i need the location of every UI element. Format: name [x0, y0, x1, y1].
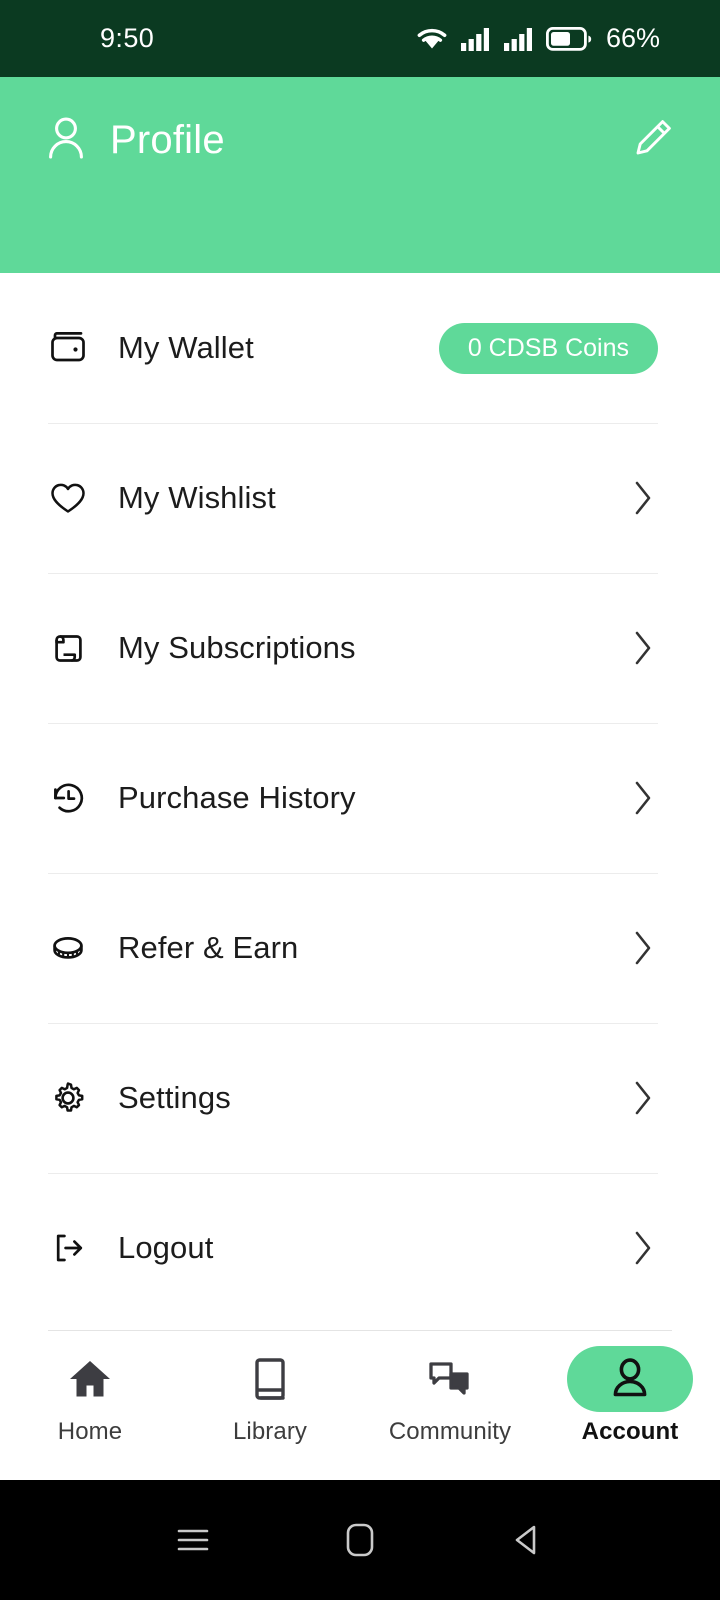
menu-item-label: My Subscriptions: [118, 630, 356, 665]
menu-item-purchase-history[interactable]: Purchase History: [0, 723, 720, 873]
coin-icon: [48, 928, 102, 968]
history-icon: [48, 778, 102, 818]
menu-item-label: Settings: [118, 1080, 231, 1115]
menu-item-label: Purchase History: [118, 780, 356, 815]
menu-item-my-wallet[interactable]: My Wallet 0 CDSB Coins: [0, 273, 720, 423]
nav-tab-label: Library: [232, 1418, 308, 1445]
chevron-right-icon: [628, 930, 658, 966]
menu-item-refer-and-earn[interactable]: Refer & Earn: [0, 873, 720, 1023]
book-icon: [246, 1355, 294, 1403]
menu-item-logout[interactable]: Logout: [0, 1173, 720, 1323]
chevron-right-icon: [628, 780, 658, 816]
nav-icon-wrapper: [567, 1346, 693, 1412]
nav-tab-label: Community: [388, 1418, 512, 1445]
wallet-icon: [48, 328, 102, 368]
nav-tab-home[interactable]: Home: [0, 1346, 180, 1446]
rounded-square-icon: [345, 1522, 375, 1558]
status-bar: 9:50 66%: [0, 0, 720, 77]
nav-icon-wrapper: [207, 1346, 333, 1412]
status-indicators: 66%: [415, 23, 660, 54]
bottom-navigation-bar: Home Library Community Account: [0, 1330, 720, 1480]
android-system-nav: [0, 1480, 720, 1600]
nav-tab-community[interactable]: Community: [360, 1346, 540, 1446]
menu-item-settings[interactable]: Settings: [0, 1023, 720, 1173]
battery-percent-label: 66%: [605, 23, 660, 53]
back-button[interactable]: [492, 1505, 562, 1575]
header-title-group: Profile: [44, 114, 624, 167]
chevron-right-icon: [628, 630, 658, 666]
app-screen: 9:50 66% Profile My Wallet 0 CDSB Coins …: [0, 0, 720, 1600]
app-header: Profile: [0, 77, 720, 273]
profile-menu-list: My Wallet 0 CDSB Coins My Wishlist My Su…: [0, 273, 720, 1330]
nav-icon-wrapper: [27, 1346, 153, 1412]
signal-icon: [460, 26, 492, 52]
heart-icon: [48, 478, 102, 518]
page-title: Profile: [110, 117, 225, 162]
chevron-right-icon: [628, 1230, 658, 1266]
menu-item-label: Logout: [118, 1230, 214, 1265]
signal-icon: [503, 26, 535, 52]
coin-balance-badge[interactable]: 0 CDSB Coins: [438, 322, 658, 374]
chevron-right-icon: [628, 480, 658, 516]
nav-tab-account[interactable]: Account: [540, 1346, 720, 1446]
logout-icon: [48, 1228, 102, 1268]
menu-item-label: Refer & Earn: [118, 930, 299, 965]
menu-item-label: My Wallet: [118, 330, 254, 365]
person-icon: [44, 114, 88, 167]
chat-bubbles-icon: [426, 1355, 474, 1403]
nav-icon-wrapper: [387, 1346, 513, 1412]
scroll-icon: [48, 628, 102, 668]
hamburger-icon: [176, 1525, 210, 1555]
menu-item-label: My Wishlist: [118, 480, 276, 515]
header-row: Profile: [0, 77, 720, 177]
menu-item-my-subscriptions[interactable]: My Subscriptions: [0, 573, 720, 723]
home-icon: [66, 1355, 114, 1403]
triangle-left-icon: [511, 1523, 543, 1557]
pencil-icon: [630, 115, 676, 166]
person-icon: [608, 1356, 652, 1402]
nav-tab-label: Account: [581, 1418, 679, 1445]
home-button[interactable]: [325, 1505, 395, 1575]
chevron-right-icon: [628, 1080, 658, 1116]
wifi-icon: [415, 26, 449, 52]
battery-icon: [545, 26, 592, 52]
edit-profile-button[interactable]: [624, 111, 682, 169]
gear-icon: [48, 1078, 102, 1118]
recents-button[interactable]: [158, 1505, 228, 1575]
nav-tab-label: Home: [57, 1418, 123, 1445]
menu-item-my-wishlist[interactable]: My Wishlist: [0, 423, 720, 573]
status-clock: 9:50: [100, 23, 155, 53]
nav-tab-library[interactable]: Library: [180, 1346, 360, 1446]
